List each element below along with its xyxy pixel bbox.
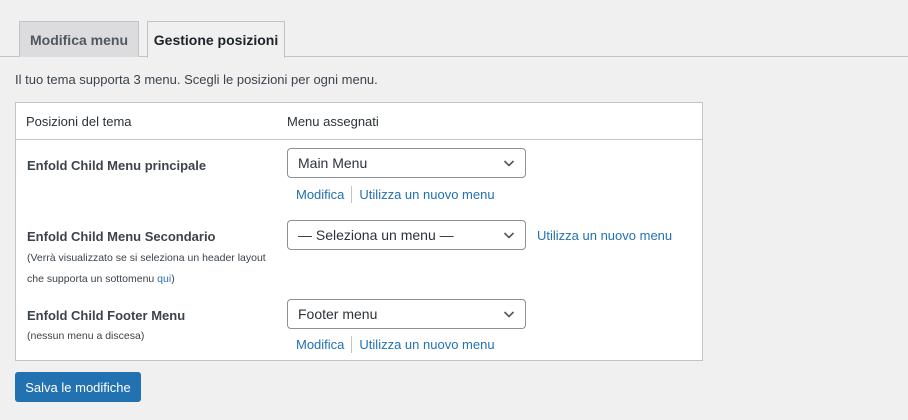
location-title: Enfold Child Menu principale <box>27 158 207 173</box>
chevron-down-icon <box>503 311 515 318</box>
menu-select-footer[interactable]: Footer menu <box>287 299 526 329</box>
location-title: Enfold Child Menu Secondario <box>27 229 216 244</box>
select-value: — Seleziona un menu — <box>298 227 454 243</box>
select-value: Footer menu <box>298 306 378 322</box>
menu-locations-table: Posizioni del tema Menu assegnati Enfold… <box>15 102 703 361</box>
location-description: (Verrà visualizzato se si seleziona un h… <box>27 248 267 290</box>
location-title: Enfold Child Footer Menu <box>27 308 186 323</box>
create-new-menu-link[interactable]: Utilizza un nuovo menu <box>537 228 672 243</box>
location-description: (nessun menu a discesa) <box>27 330 145 342</box>
chevron-down-icon <box>503 232 515 239</box>
intro-text: Il tuo tema supporta 3 menu. Scegli le p… <box>15 72 378 87</box>
tab-edit-menus[interactable]: Modifica menu <box>19 21 139 57</box>
select-value: Main Menu <box>298 155 368 171</box>
column-header-assigned: Menu assegnati <box>287 114 379 129</box>
link-separator <box>351 186 353 203</box>
link-separator <box>351 336 353 353</box>
description-text: ) <box>171 273 175 285</box>
create-new-menu-link[interactable]: Utilizza un nuovo menu <box>359 187 494 202</box>
menu-select-secondary[interactable]: — Seleziona un menu — <box>287 220 526 250</box>
edit-menu-link[interactable]: Modifica <box>296 187 344 202</box>
save-changes-button[interactable]: Salva le modifiche <box>15 372 141 402</box>
column-header-location: Posizioni del tema <box>26 114 132 129</box>
nav-tab-wrapper: Modifica menu Gestione posizioni <box>0 0 908 58</box>
edit-menu-link[interactable]: Modifica <box>296 337 344 352</box>
create-new-menu-link[interactable]: Utilizza un nuovo menu <box>359 337 494 352</box>
chevron-down-icon <box>503 160 515 167</box>
table-header: Posizioni del tema Menu assegnati <box>16 103 702 140</box>
row-actions: Modifica Utilizza un nuovo menu <box>296 336 495 353</box>
tab-manage-locations[interactable]: Gestione posizioni <box>147 21 285 58</box>
row-actions: Modifica Utilizza un nuovo menu <box>296 186 495 203</box>
description-link[interactable]: qui <box>157 273 171 285</box>
description-text: (Verrà visualizzato se si seleziona un h… <box>27 252 266 285</box>
tab-label: Modifica menu <box>29 31 128 48</box>
tab-label: Gestione posizioni <box>153 32 279 48</box>
menu-select-primary[interactable]: Main Menu <box>287 148 526 178</box>
